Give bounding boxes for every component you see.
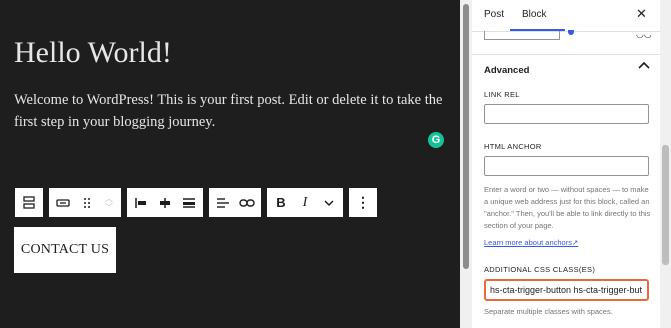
chevron-up-icon[interactable]: [638, 60, 650, 72]
button-block-icon[interactable]: [51, 189, 75, 216]
toolbar-group-parent: [14, 187, 44, 218]
tab-post[interactable]: Post: [484, 9, 504, 20]
html-anchor-label: HTML ANCHOR: [484, 142, 542, 151]
justify-space-between-icon[interactable]: [177, 189, 201, 216]
post-paragraph[interactable]: Welcome to WordPress! This is your first…: [14, 89, 444, 133]
css-classes-label: ADDITIONAL CSS CLASS(ES): [484, 265, 596, 274]
post-title[interactable]: Hello World!: [14, 36, 172, 70]
css-classes-input[interactable]: hs-cta-trigger-button hs-cta-trigger-but: [484, 279, 649, 301]
grammarly-icon[interactable]: G: [428, 132, 444, 148]
canvas-scrollbar-thumb[interactable]: [463, 4, 469, 269]
anchor-help-text: Enter a word or two — without spaces — t…: [484, 185, 651, 230]
html-anchor-input[interactable]: [484, 156, 649, 176]
link-rel-label: LINK REL: [484, 90, 520, 99]
italic-icon[interactable]: I: [293, 189, 317, 216]
chevron-up-icon[interactable]: ︿: [105, 194, 113, 203]
more-formats-chevron-icon[interactable]: [317, 189, 341, 216]
text-align-icon[interactable]: [211, 189, 235, 216]
link-icon[interactable]: [235, 189, 259, 216]
tab-block[interactable]: Block: [522, 9, 546, 20]
toolbar-group-format: B I: [266, 187, 344, 218]
toolbar-group-justify: [126, 187, 204, 218]
justify-center-icon[interactable]: [153, 189, 177, 216]
toolbar-group-options: ⋮: [348, 187, 378, 218]
more-options-icon[interactable]: ⋮: [351, 189, 375, 216]
bold-icon[interactable]: B: [269, 189, 293, 216]
advanced-panel-title[interactable]: Advanced: [484, 65, 529, 76]
toolbar-group-align-link: [208, 187, 262, 218]
editor-canvas: Hello World! Welcome to WordPress! This …: [0, 0, 460, 328]
sidebar-tabs: Post Block ✕: [472, 0, 660, 32]
link-rel-input[interactable]: [484, 104, 649, 124]
learn-more-anchors-link[interactable]: Learn more about anchors↗: [484, 238, 578, 247]
move-up-down-icons[interactable]: ︿ ﹀: [99, 194, 119, 212]
toolbar-group-block: ︿ ﹀: [48, 187, 122, 218]
unlink-icon[interactable]: ◡◡: [636, 29, 652, 40]
external-link-icon: ↗: [571, 238, 579, 247]
select-parent-block-icon[interactable]: [17, 189, 41, 216]
sidebar-scrollbar-thumb[interactable]: [662, 145, 669, 265]
width-input-partial[interactable]: [484, 31, 560, 40]
close-icon[interactable]: ✕: [636, 6, 647, 22]
panel-divider: [472, 54, 660, 55]
unit-toggle-partial[interactable]: [568, 30, 574, 35]
contact-us-button[interactable]: CONTACT US: [14, 227, 116, 273]
block-toolbar: ︿ ﹀ B I ⋮: [14, 187, 378, 218]
justify-left-icon[interactable]: [129, 189, 153, 216]
settings-sidebar: Post Block ✕ ◡◡ Advanced LINK REL HTML A…: [472, 0, 660, 328]
drag-handle-icon[interactable]: [75, 189, 99, 216]
css-classes-help: Separate multiple classes with spaces.: [484, 307, 613, 316]
chevron-down-icon[interactable]: ﹀: [105, 203, 113, 212]
learn-more-label[interactable]: Learn more about anchors: [484, 238, 572, 247]
